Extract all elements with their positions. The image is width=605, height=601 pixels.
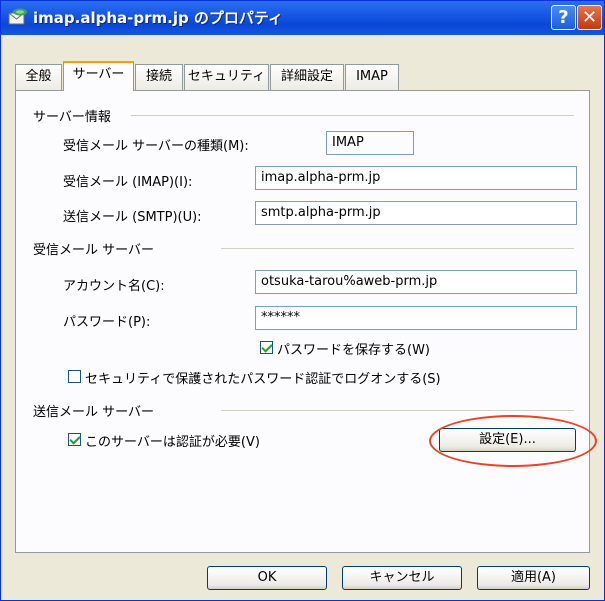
- save-password-label[interactable]: パスワードを保存する(W): [277, 339, 430, 358]
- group-divider: [221, 410, 574, 411]
- highlight-ellipse: [429, 415, 597, 467]
- help-button[interactable]: ?: [551, 5, 576, 30]
- incoming-server-heading: 受信メール サーバー: [33, 243, 155, 258]
- mail-account-icon: [8, 8, 27, 25]
- title-bar[interactable]: imap.alpha-prm.jp のプロパティ ? ✕: [1, 1, 604, 35]
- ok-button[interactable]: OK: [207, 566, 327, 590]
- server-type-label: 受信メール サーバーの種類(M):: [63, 139, 249, 154]
- server-type-value: IMAP: [326, 131, 414, 155]
- secure-password-auth-checkbox[interactable]: [68, 370, 81, 383]
- tab-advanced[interactable]: 詳細設定: [270, 64, 344, 90]
- server-info-heading: サーバー情報: [33, 110, 111, 125]
- window-title: imap.alpha-prm.jp のプロパティ: [33, 9, 284, 27]
- password-label: パスワード(P):: [63, 315, 151, 330]
- auth-required-label[interactable]: このサーバーは認証が必要(V): [85, 431, 260, 450]
- tab-imap[interactable]: IMAP: [345, 64, 399, 90]
- incoming-server-label: 受信メール (IMAP)(I):: [63, 175, 193, 190]
- tab-security[interactable]: セキュリティ: [184, 64, 269, 90]
- cancel-button[interactable]: キャンセル: [342, 566, 462, 590]
- auth-required-checkbox[interactable]: [68, 433, 81, 446]
- apply-button[interactable]: 適用(A): [477, 566, 590, 590]
- group-divider: [221, 248, 574, 249]
- outgoing-server-label: 送信メール (SMTP)(U):: [63, 210, 202, 225]
- account-name-input[interactable]: otsuka-tarou%aweb-prm.jp: [255, 270, 577, 294]
- tab-connection[interactable]: 接続: [135, 64, 183, 90]
- properties-dialog: imap.alpha-prm.jp のプロパティ ? ✕ 全般 サーバー 接続 …: [0, 0, 605, 601]
- save-password-checkbox[interactable]: [260, 341, 273, 354]
- outgoing-server-input[interactable]: smtp.alpha-prm.jp: [255, 201, 577, 225]
- incoming-server-input[interactable]: imap.alpha-prm.jp: [255, 166, 577, 190]
- close-button[interactable]: ✕: [577, 5, 602, 30]
- secure-password-auth-label[interactable]: セキュリティで保護されたパスワード認証でログオンする(S): [85, 368, 441, 387]
- servers-tab-panel: サーバー情報 受信メール サーバーの種類(M): IMAP 受信メール (IMA…: [15, 90, 590, 553]
- outgoing-server-heading: 送信メール サーバー: [33, 405, 155, 420]
- tab-servers[interactable]: サーバー: [63, 61, 134, 91]
- account-name-label: アカウント名(C):: [63, 279, 165, 294]
- tab-general[interactable]: 全般: [15, 64, 62, 90]
- group-divider: [131, 115, 574, 116]
- password-input[interactable]: ******: [255, 306, 577, 330]
